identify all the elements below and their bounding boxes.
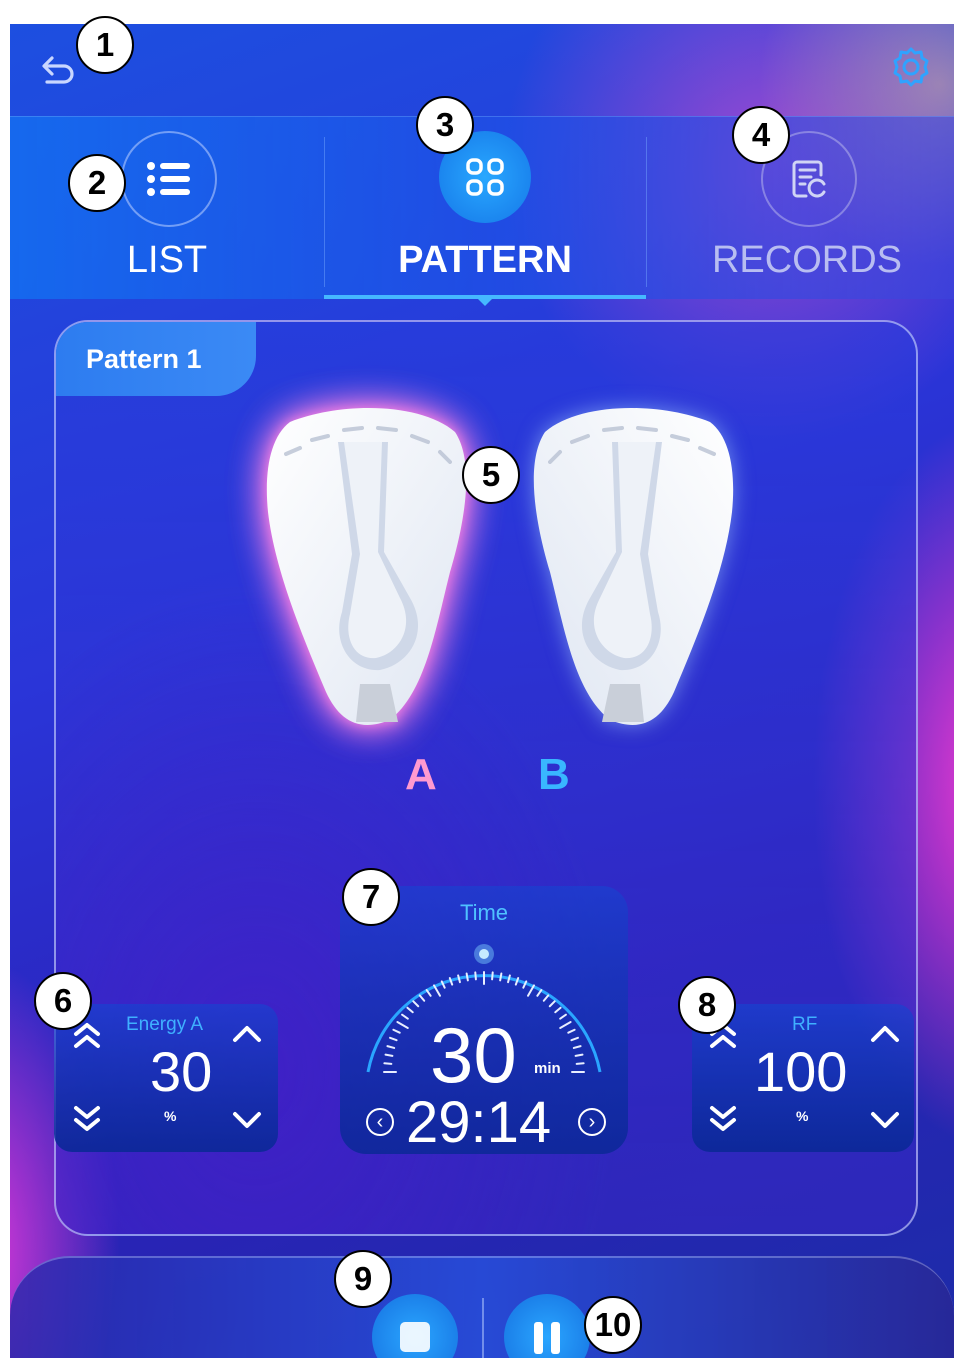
tab-list[interactable]: LIST <box>10 117 324 299</box>
callout-10: 10 <box>584 1296 642 1354</box>
dial-tick <box>392 1028 401 1034</box>
energy-down-button[interactable] <box>230 1104 264 1134</box>
callout-7: 7 <box>342 868 400 926</box>
rf-down-button[interactable] <box>868 1104 902 1134</box>
tab-bar: LIST PATTERN RECORDS <box>10 116 954 306</box>
rf-label: RF <box>792 1014 818 1035</box>
dial-tick <box>465 972 469 982</box>
pad-a-image[interactable] <box>260 402 480 732</box>
time-total-value: 30 <box>430 1011 517 1099</box>
rf-unit: % <box>796 1108 809 1124</box>
dial-tick <box>548 1000 556 1008</box>
callout-2: 2 <box>68 154 126 212</box>
time-unit: min <box>534 1060 561 1077</box>
pause-icon <box>534 1322 543 1354</box>
tab-records-label: RECORDS <box>711 239 903 281</box>
dial-tick <box>527 984 535 997</box>
stop-button[interactable] <box>372 1294 458 1358</box>
dial-tick <box>384 1053 394 1057</box>
energy-unit: % <box>164 1108 177 1124</box>
pause-icon <box>551 1322 560 1354</box>
energy-label: Energy A <box>126 1014 204 1035</box>
back-icon[interactable] <box>38 52 78 92</box>
gear-icon[interactable] <box>888 44 934 90</box>
energy-fast-down-button[interactable] <box>70 1104 104 1134</box>
dial-tick <box>491 971 494 981</box>
pause-button[interactable] <box>504 1294 590 1358</box>
callout-3: 3 <box>416 96 474 154</box>
callout-9: 9 <box>334 1250 392 1308</box>
callout-8: 8 <box>678 976 736 1034</box>
rf-value: 100 <box>754 1040 848 1103</box>
energy-value: 30 <box>150 1040 213 1103</box>
callout-6: 6 <box>34 972 92 1030</box>
dial-tick <box>570 1036 579 1042</box>
dial-tick <box>554 1006 562 1014</box>
dial-tick <box>396 1021 409 1029</box>
energy-up-button[interactable] <box>230 1020 264 1050</box>
time-remaining-value: 29:14 <box>406 1090 552 1155</box>
dial-tick <box>559 1013 567 1020</box>
dial-tick <box>499 972 503 982</box>
pad-b-label: B <box>538 750 570 799</box>
pattern-name[interactable]: Pattern 1 <box>56 322 256 396</box>
tab-pattern[interactable]: PATTERN <box>328 117 642 299</box>
dial-tick <box>386 1045 396 1049</box>
dial-tick <box>418 994 426 1002</box>
dial-tick <box>572 1045 582 1049</box>
bottom-control-bar <box>10 1256 954 1358</box>
tab-pattern-label: PATTERN <box>398 239 572 281</box>
dial-tick <box>567 1028 576 1034</box>
callout-5: 5 <box>462 446 520 504</box>
dial-tick <box>542 994 550 1002</box>
dial-tick <box>559 1021 572 1029</box>
time-widget: Time 30 min ‹ 29:14 › <box>340 886 628 1154</box>
pad-b-image[interactable] <box>520 402 740 732</box>
pad-a-label: A <box>405 750 437 799</box>
dial-tick <box>507 974 511 984</box>
dial-tick <box>575 1062 585 1065</box>
stop-icon <box>400 1322 430 1352</box>
time-increase-button[interactable]: › <box>578 1108 606 1136</box>
dial-tick <box>574 1053 584 1057</box>
dial-tick <box>406 1006 414 1014</box>
dial-tick <box>474 971 477 981</box>
bottom-divider <box>482 1298 484 1358</box>
callout-4: 4 <box>732 106 790 164</box>
energy-a-box: Energy A 30 % <box>54 1004 278 1152</box>
list-icon <box>121 131 217 227</box>
rf-fast-down-button[interactable] <box>706 1104 740 1134</box>
dial-tick <box>389 1036 398 1042</box>
active-tab-pointer <box>476 297 494 306</box>
tab-records[interactable]: RECORDS <box>650 117 954 299</box>
dial-tick <box>457 974 461 984</box>
callout-1: 1 <box>76 16 134 74</box>
time-decrease-button[interactable]: ‹ <box>366 1108 394 1136</box>
dial-tick <box>401 1013 409 1020</box>
tab-list-label: LIST <box>126 239 208 281</box>
tab-divider <box>324 137 325 287</box>
device-screen: LIST PATTERN RECORDS Pattern 1 A B Time … <box>10 24 954 1358</box>
tab-divider <box>646 137 647 287</box>
dial-tick <box>433 984 441 997</box>
dial-tick <box>383 1062 393 1065</box>
rf-up-button[interactable] <box>868 1020 902 1050</box>
dial-tick <box>412 1000 420 1008</box>
